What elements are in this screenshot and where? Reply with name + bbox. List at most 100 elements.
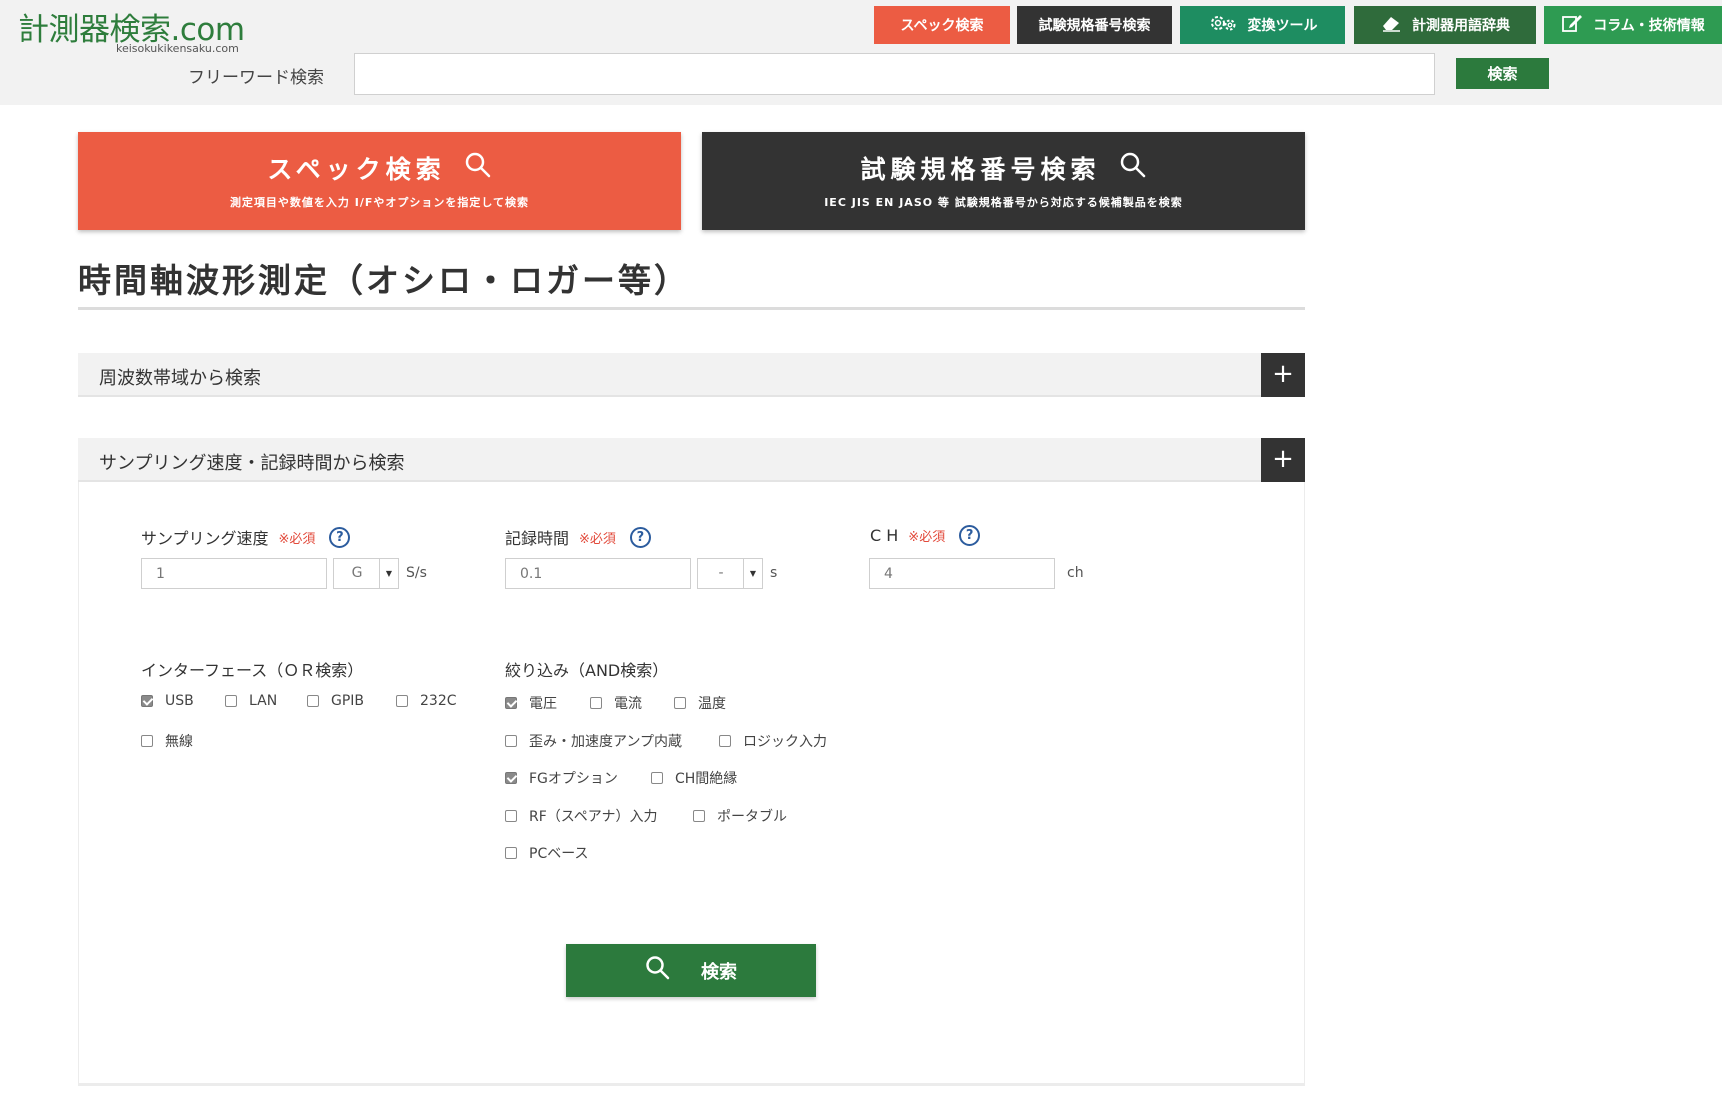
search-icon — [645, 955, 671, 986]
filter-option-label: ポータブル — [717, 809, 787, 825]
nav-conversion-tool[interactable]: 変換ツール — [1180, 6, 1345, 44]
checkbox[interactable] — [693, 810, 705, 822]
required-mark: ※必須 — [908, 530, 946, 545]
spec-search-banner-subtitle: 測定項目や数値を入力 I/Fやオプションを指定して検索 — [229, 196, 530, 209]
record-time-prefix-value: - — [718, 565, 724, 581]
chevron-down-icon: ▼ — [743, 559, 762, 588]
checkbox[interactable] — [141, 735, 153, 747]
nav-conversion-tool-label: 変換ツール — [1247, 18, 1318, 34]
checkbox[interactable] — [651, 772, 663, 784]
checkbox[interactable] — [505, 735, 517, 747]
ch-unit: ch — [1067, 565, 1084, 581]
interface-option-gpib[interactable]: GPIB — [307, 693, 364, 709]
freeword-input[interactable] — [354, 53, 1435, 95]
sampling-rate-label-row: サンプリング速度 ※必須 ? — [141, 525, 351, 549]
checkbox[interactable] — [141, 695, 153, 707]
title-divider — [78, 307, 1305, 310]
plus-icon[interactable]: + — [1261, 353, 1305, 397]
interface-option-label: USB — [165, 693, 194, 709]
checkbox[interactable] — [396, 695, 408, 707]
nav-spec-search-label: スペック検索 — [900, 18, 984, 34]
freeword-label: フリーワード検索 — [188, 68, 324, 88]
plus-icon[interactable]: + — [1261, 438, 1305, 482]
checkbox[interactable] — [505, 810, 517, 822]
freeword-search-button[interactable]: 検索 — [1456, 58, 1549, 89]
nav-glossary[interactable]: 計測器用語辞典 — [1354, 6, 1536, 44]
sampling-rate-unit: S/s — [406, 565, 427, 581]
nav-glossary-label: 計測器用語辞典 — [1412, 18, 1510, 34]
record-time-prefix-select[interactable]: - ▼ — [697, 558, 763, 589]
checkbox[interactable] — [719, 735, 731, 747]
help-icon[interactable]: ? — [959, 525, 981, 546]
help-icon[interactable]: ? — [329, 526, 351, 548]
filter-option-rf-input[interactable]: RF（スペアナ）入力 — [505, 806, 658, 826]
ch-label-row: C H ※必須 ? — [870, 525, 981, 546]
standard-search-banner[interactable]: 試験規格番号検索 IEC JIS EN JASO 等 試験規格番号から対応する候… — [702, 132, 1305, 230]
filter-option-label: ロジック入力 — [743, 734, 827, 750]
filter-option-strain-amp[interactable]: 歪み・加速度アンプ内蔵 — [505, 731, 682, 751]
required-mark: ※必須 — [278, 531, 316, 547]
checkbox[interactable] — [225, 695, 237, 707]
nav-standard-search-label: 試験規格番号検索 — [1038, 18, 1151, 34]
eraser-icon — [1380, 14, 1402, 36]
interface-option-label: GPIB — [331, 693, 365, 709]
filter-option-label: 電流 — [614, 696, 642, 712]
ch-input[interactable] — [869, 558, 1055, 589]
filter-option-label: 温度 — [698, 696, 726, 712]
accordion-frequency[interactable]: 周波数帯域から検索 + — [78, 353, 1305, 397]
record-time-input[interactable] — [505, 558, 691, 589]
spec-search-banner[interactable]: スペック検索 測定項目や数値を入力 I/Fやオプションを指定して検索 — [78, 132, 681, 230]
accordion-sampling-label: サンプリング速度・記録時間から検索 — [99, 453, 405, 474]
site-logo-subtitle: keisokukikensaku.com — [116, 42, 239, 55]
filter-option-pc-based[interactable]: PCベース — [505, 843, 589, 863]
accordion-frequency-label: 周波数帯域から検索 — [99, 368, 261, 389]
nav-spec-search[interactable]: スペック検索 — [874, 6, 1010, 44]
interface-option-label: 232C — [420, 693, 457, 709]
ch-label: C H — [870, 526, 899, 545]
checkbox[interactable] — [590, 697, 602, 709]
interface-option-label: LAN — [249, 693, 278, 709]
interface-option-232c[interactable]: 232C — [396, 693, 457, 709]
sampling-rate-prefix-select[interactable]: G ▼ — [333, 558, 399, 589]
chevron-down-icon: ▼ — [379, 559, 398, 588]
sampling-search-submit-button[interactable]: 検索 — [566, 944, 816, 997]
filter-option-current[interactable]: 電流 — [590, 693, 642, 713]
spec-search-banner-title: スペック検索 — [267, 155, 446, 184]
filter-group-label: 絞り込み（AND検索） — [505, 661, 669, 680]
filter-option-portable[interactable]: ポータブル — [693, 806, 787, 826]
page-title: 時間軸波形測定（オシロ・ロガー等） — [78, 261, 690, 300]
checkbox[interactable] — [505, 697, 517, 709]
filter-option-label: CH間絶縁 — [675, 771, 738, 787]
filter-option-label: FGオプション — [529, 771, 618, 787]
filter-option-temperature[interactable]: 温度 — [674, 693, 726, 713]
site-header: 計測器検索.com keisokukikensaku.com スペック検索 試験… — [0, 0, 1722, 105]
filter-option-ch-isolation[interactable]: CH間絶縁 — [651, 768, 737, 788]
sampling-rate-input[interactable] — [141, 558, 327, 589]
record-time-unit: s — [770, 565, 778, 581]
required-mark: ※必須 — [579, 531, 616, 547]
nav-column-label: コラム・技術情報 — [1593, 18, 1705, 34]
accordion-sampling[interactable]: サンプリング速度・記録時間から検索 + — [78, 438, 1305, 482]
search-icon — [1119, 151, 1147, 185]
checkbox[interactable] — [505, 772, 517, 784]
filter-option-label: 歪み・加速度アンプ内蔵 — [529, 734, 683, 750]
interface-option-lan[interactable]: LAN — [225, 693, 277, 709]
filter-option-label: RF（スペアナ）入力 — [529, 809, 658, 825]
filter-option-fg[interactable]: FGオプション — [505, 768, 618, 788]
checkbox[interactable] — [307, 695, 319, 707]
standard-search-banner-title: 試験規格番号検索 — [860, 155, 1101, 184]
nav-standard-search[interactable]: 試験規格番号検索 — [1017, 6, 1172, 44]
filter-option-voltage[interactable]: 電圧 — [505, 693, 557, 713]
sampling-search-submit-label: 検索 — [701, 961, 737, 983]
search-icon — [464, 151, 492, 185]
interface-option-usb[interactable]: USB — [141, 693, 194, 709]
record-time-label-row: 記録時間 ※必須 ? — [505, 525, 651, 549]
checkbox[interactable] — [674, 697, 686, 709]
interface-option-wireless[interactable]: 無線 — [141, 731, 193, 751]
nav-column[interactable]: コラム・技術情報 — [1544, 6, 1722, 44]
help-icon[interactable]: ? — [629, 526, 651, 548]
standard-search-banner-subtitle: IEC JIS EN JASO 等 試験規格番号から対応する候補製品を検索 — [824, 196, 1183, 209]
interface-group-label: インターフェース（ＯＲ検索） — [141, 661, 364, 680]
filter-option-logic-input[interactable]: ロジック入力 — [719, 731, 827, 751]
checkbox[interactable] — [505, 847, 517, 859]
